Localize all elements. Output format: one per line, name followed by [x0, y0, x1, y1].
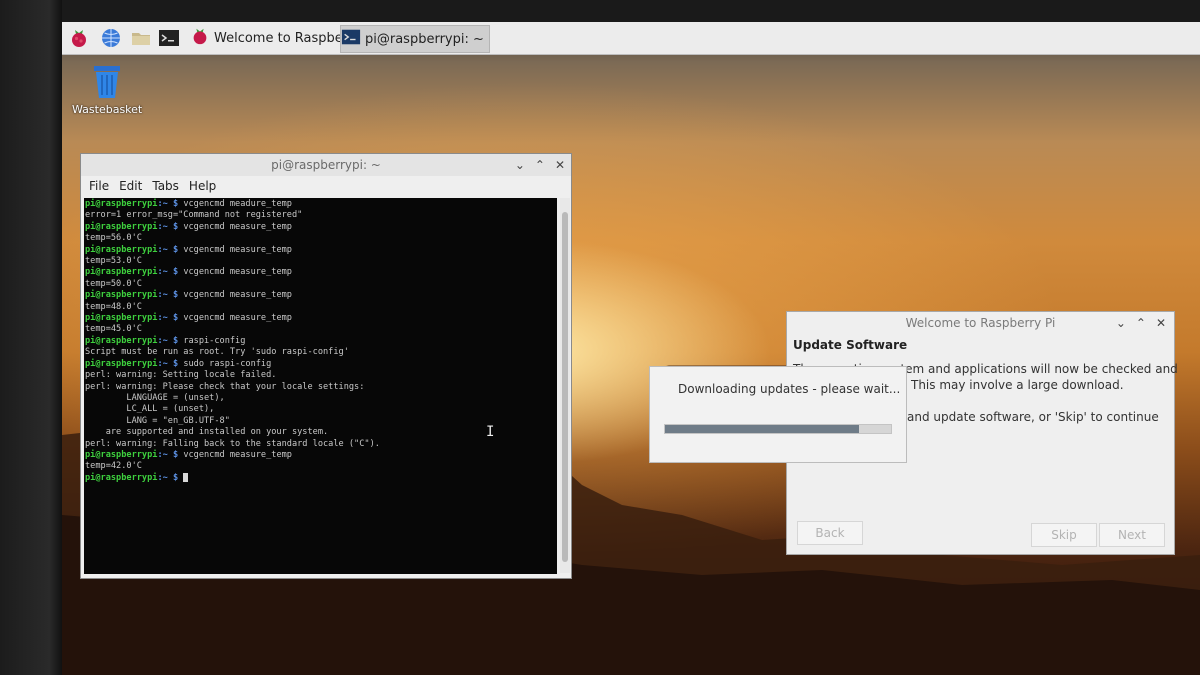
wastebasket-label: Wastebasket [72, 103, 143, 116]
minimize-icon[interactable]: ⌄ [515, 154, 525, 176]
terminal-title: pi@raspberrypi: ~ [271, 158, 381, 172]
desktop: Welcome to Raspberr... pi@raspberrypi: ~… [62, 22, 1200, 675]
prompt-user: pi@raspberrypi [85, 244, 158, 255]
raspberry-icon [190, 26, 210, 50]
terminal-line: perl: warning: Setting locale failed. [85, 370, 277, 381]
terminal-line: pi@raspberrypi:~ $ sudo raspi-config [84, 359, 557, 370]
prompt-path: :~ $ [157, 358, 184, 369]
terminal-line: pi@raspberrypi:~ $ vcgencmd measure_temp [84, 450, 557, 461]
menu-edit[interactable]: Edit [119, 179, 142, 193]
prompt-user: pi@raspberrypi [85, 335, 158, 346]
prompt-user: pi@raspberrypi [85, 267, 158, 278]
terminal-output[interactable]: pi@raspberrypi:~ $ vcgencmd meadure_temp… [84, 198, 557, 574]
terminal-cursor [183, 472, 189, 482]
prompt-user: pi@raspberrypi [85, 221, 158, 232]
terminal-window[interactable]: pi@raspberrypi: ~ ⌄ ⌃ ✕ File Edit Tabs H… [80, 153, 572, 579]
prompt-path: :~ $ [157, 221, 184, 232]
next-button[interactable]: Next [1099, 523, 1165, 547]
terminal-line: Script must be run as root. Try 'sudo ra… [85, 347, 349, 358]
skip-button[interactable]: Skip [1031, 523, 1097, 547]
raspberry-menu-icon[interactable] [68, 27, 90, 49]
menu-tabs[interactable]: Tabs [152, 179, 179, 193]
terminal-icon [341, 27, 361, 51]
terminal-menubar: File Edit Tabs Help [81, 176, 571, 196]
command-text: vcgencmd measure_temp [183, 313, 292, 324]
prompt-path: :~ $ [157, 449, 184, 460]
terminal-line: pi@raspberrypi:~ $ vcgencmd measure_temp [84, 267, 557, 278]
terminal-line: pi@raspberrypi:~ $ vcgencmd measure_temp [84, 222, 557, 233]
welcome-titlebar[interactable]: Welcome to Raspberry Pi ⌄ ⌃ ✕ [787, 312, 1174, 334]
wastebasket-desktop-icon[interactable]: Wastebasket [72, 64, 142, 116]
terminal-line: temp=45.0'C [85, 324, 142, 335]
prompt-path: :~ $ [157, 335, 184, 346]
terminal-icon[interactable] [158, 27, 180, 49]
terminal-line: temp=42.0'C [85, 461, 142, 472]
terminal-titlebar[interactable]: pi@raspberrypi: ~ ⌄ ⌃ ✕ [81, 154, 571, 176]
command-text: vcgencmd measure_temp [183, 267, 292, 278]
terminal-line: temp=48.0'C [85, 301, 142, 312]
maximize-icon[interactable]: ⌃ [1136, 312, 1146, 334]
prompt-user: pi@raspberrypi [85, 313, 158, 324]
prompt-user: pi@raspberrypi [85, 472, 158, 483]
monitor-bezel-top [0, 0, 1200, 22]
command-text: raspi-config [183, 335, 246, 346]
scrollbar-thumb[interactable] [562, 212, 568, 562]
welcome-body-line-3: and update software, or 'Skip' to contin… [907, 410, 1159, 424]
command-text: vcgencmd measure_temp [183, 449, 292, 460]
terminal-line: temp=56.0'C [85, 233, 142, 244]
welcome-heading: Update Software [793, 338, 908, 352]
taskbar: Welcome to Raspberr... pi@raspberrypi: ~ [62, 22, 1200, 55]
menu-help[interactable]: Help [189, 179, 216, 193]
taskbar-task-label: pi@raspberrypi: ~ [365, 31, 484, 47]
file-manager-icon[interactable] [130, 27, 152, 49]
taskbar-task-welcome[interactable]: Welcome to Raspberr... [190, 25, 364, 51]
welcome-body-line-2: This may involve a large download. [911, 378, 1124, 392]
prompt-user: pi@raspberrypi [85, 449, 158, 460]
back-button[interactable]: Back [797, 521, 863, 545]
command-text: vcgencmd measure_temp [183, 290, 292, 301]
text-cursor-icon: I [486, 424, 495, 440]
prompt-user: pi@raspberrypi [85, 290, 158, 301]
prompt-path: :~ $ [157, 290, 184, 301]
prompt-user: pi@raspberrypi [85, 358, 158, 369]
taskbar-task-terminal[interactable]: pi@raspberrypi: ~ [340, 25, 490, 53]
prompt-path: :~ $ [157, 472, 184, 483]
terminal-line: temp=50.0'C [85, 278, 142, 289]
monitor-bezel-left [0, 0, 62, 675]
prompt-path: :~ $ [157, 244, 184, 255]
welcome-title: Welcome to Raspberry Pi [905, 316, 1056, 330]
progress-bar [664, 424, 892, 434]
command-text: sudo raspi-config [183, 358, 272, 369]
terminal-scrollbar[interactable] [560, 198, 570, 573]
download-progress-dialog: Downloading updates - please wait... [649, 366, 907, 463]
progress-message: Downloading updates - please wait... [678, 382, 901, 396]
terminal-line: perl: warning: Please check that your lo… [85, 381, 365, 392]
progress-bar-fill [665, 425, 860, 433]
prompt-path: :~ $ [157, 313, 184, 324]
terminal-line: pi@raspberrypi:~ $ vcgencmd measure_temp [84, 313, 557, 324]
terminal-line: temp=53.0'C [85, 256, 142, 267]
prompt-path: :~ $ [157, 267, 184, 278]
web-browser-icon[interactable] [100, 27, 122, 49]
terminal-line: pi@raspberrypi:~ $ raspi-config [84, 336, 557, 347]
terminal-line: pi@raspberrypi:~ $ vcgencmd measure_temp [84, 290, 557, 301]
close-icon[interactable]: ✕ [555, 154, 565, 176]
terminal-line: perl: warning: Falling back to the stand… [85, 438, 380, 449]
terminal-line: pi@raspberrypi:~ $ [84, 472, 557, 484]
command-text: vcgencmd measure_temp [183, 244, 292, 255]
minimize-icon[interactable]: ⌄ [1116, 312, 1126, 334]
terminal-line: pi@raspberrypi:~ $ vcgencmd measure_temp [84, 245, 557, 256]
terminal-line: LC_ALL = (unset), [85, 404, 215, 415]
close-icon[interactable]: ✕ [1156, 312, 1166, 334]
command-text: vcgencmd meadure_temp [183, 199, 292, 209]
wastebasket-icon [90, 66, 124, 103]
terminal-line: pi@raspberrypi:~ $ vcgencmd meadure_temp [84, 199, 557, 210]
prompt-path: :~ $ [157, 199, 184, 209]
terminal-line: LANGUAGE = (unset), [85, 392, 225, 403]
menu-file[interactable]: File [89, 179, 109, 193]
command-text: vcgencmd measure_temp [183, 221, 292, 232]
terminal-line: error=1 error_msg="Command not registere… [85, 210, 303, 221]
prompt-user: pi@raspberrypi [85, 199, 158, 209]
maximize-icon[interactable]: ⌃ [535, 154, 545, 176]
